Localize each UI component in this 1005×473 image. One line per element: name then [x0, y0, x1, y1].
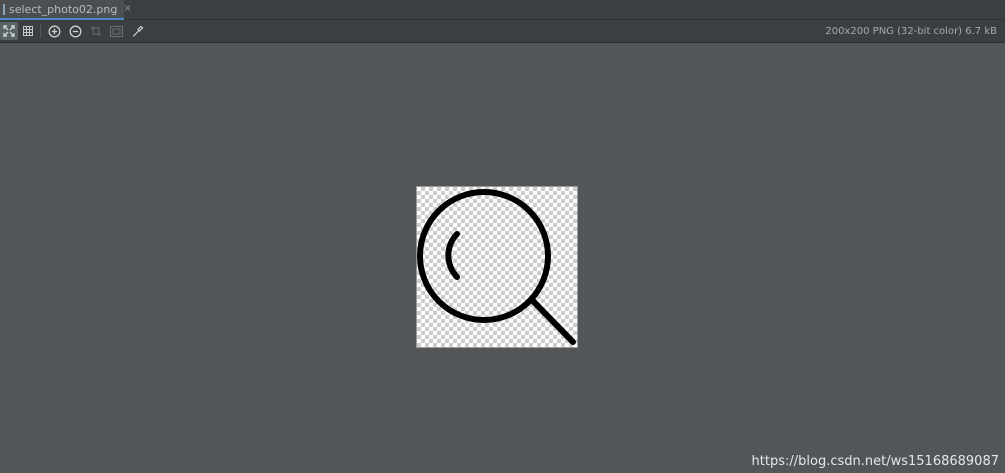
toolbar-separator	[40, 24, 41, 38]
actual-size-icon	[91, 26, 101, 36]
zoom-out-button[interactable]	[66, 22, 84, 40]
magnifier-icon	[417, 189, 576, 345]
close-icon[interactable]: ×	[123, 4, 131, 14]
image-info-label: 200x200 PNG (32-bit color) 6.7 kB	[825, 26, 997, 37]
fit-zoom-icon	[3, 25, 15, 37]
editor-tab-bar: select_photo02.png ×	[0, 0, 1005, 20]
tab-label: select_photo02.png	[9, 2, 118, 16]
tab-select-photo02[interactable]: select_photo02.png ×	[0, 0, 132, 20]
image-preview	[416, 186, 578, 348]
watermark-text: https://blog.csdn.net/ws15168689087	[751, 454, 999, 469]
color-picker-icon	[132, 25, 144, 37]
zoom-in-button[interactable]	[45, 22, 63, 40]
image-editor-toolbar: 200x200 PNG (32-bit color) 6.7 kB	[0, 20, 1005, 43]
fit-window-button[interactable]	[107, 22, 125, 40]
image-file-icon	[3, 3, 5, 15]
fit-window-icon	[109, 25, 123, 37]
actual-size-button[interactable]	[87, 22, 105, 40]
image-canvas[interactable]	[0, 43, 1005, 473]
zoom-in-icon	[48, 25, 60, 37]
grid-icon	[23, 26, 33, 36]
color-picker-button[interactable]	[129, 22, 147, 40]
fit-zoom-button[interactable]	[0, 22, 18, 40]
grid-button[interactable]	[19, 22, 37, 40]
zoom-out-icon	[69, 25, 81, 37]
